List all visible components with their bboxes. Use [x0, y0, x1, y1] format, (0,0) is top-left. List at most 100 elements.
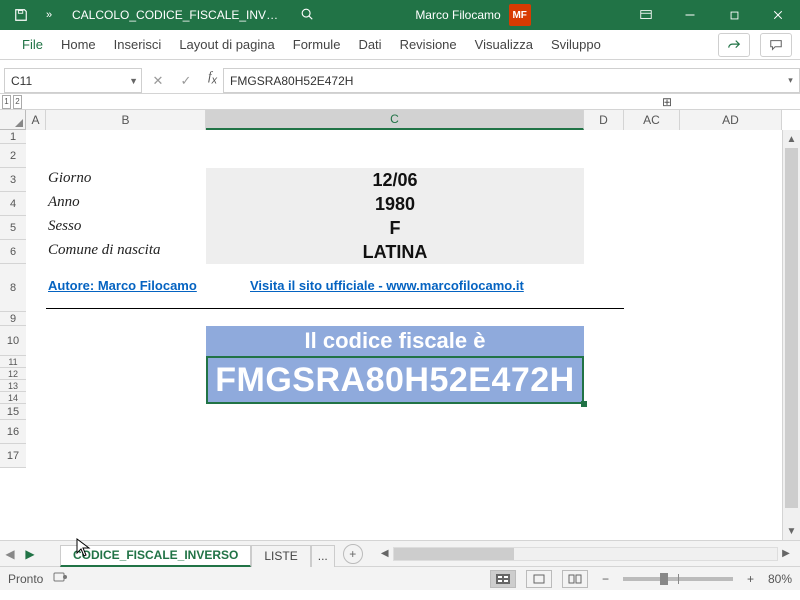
outline-level-1[interactable]: 1 — [2, 95, 11, 109]
status-bar: Pronto − + 80% — [0, 566, 800, 590]
formula-bar-row: C11 ▼ ✕ ✓ fx FMGSRA80H52E472H ▾ — [0, 68, 800, 94]
tab-formule[interactable]: Formule — [285, 30, 349, 60]
more-commands-icon[interactable]: » — [36, 2, 62, 28]
value-sesso[interactable]: F — [206, 216, 584, 240]
row-header-11[interactable]: 11 — [0, 356, 26, 368]
tab-revisione[interactable]: Revisione — [392, 30, 465, 60]
zoom-slider[interactable] — [623, 577, 733, 581]
sheet-tab-more[interactable]: ... — [311, 545, 335, 567]
outline-level-2[interactable]: 2 — [13, 95, 22, 109]
label-giorno: Giorno — [48, 170, 91, 187]
row-header-12[interactable]: 12 — [0, 368, 26, 380]
view-page-break-button[interactable] — [562, 570, 588, 588]
link-sito[interactable]: Visita il sito ufficiale - www.marcofilo… — [250, 278, 524, 293]
title-bar: » CALCOLO_CODICE_FISCALE_INVERS... Marco… — [0, 0, 800, 30]
user-avatar: MF — [509, 4, 531, 26]
minimize-button[interactable] — [668, 0, 712, 30]
grid-area: A B C D AC AD 1 2 3 4 5 6 8 9 10 11 12 1… — [0, 110, 800, 540]
fx-icon[interactable]: fx — [202, 68, 223, 93]
zoom-out-button[interactable]: − — [598, 572, 613, 586]
value-anno[interactable]: 1980 — [206, 192, 584, 216]
sheet-nav-next[interactable]: ▶ — [20, 547, 40, 561]
zoom-in-button[interactable]: + — [743, 572, 758, 586]
vscroll-thumb[interactable] — [785, 148, 798, 508]
row-header-6[interactable]: 6 — [0, 240, 26, 264]
formula-bar[interactable]: FMGSRA80H52E472H — [223, 68, 782, 93]
close-button[interactable] — [756, 0, 800, 30]
sheet-tab-active[interactable]: CODICE_FISCALE_INVERSO — [60, 545, 251, 567]
tab-visualizza[interactable]: Visualizza — [467, 30, 541, 60]
macro-record-icon[interactable] — [53, 570, 69, 587]
window-title: CALCOLO_CODICE_FISCALE_INVERS... — [62, 8, 292, 22]
col-header-B[interactable]: B — [46, 110, 206, 130]
value-giorno[interactable]: 12/06 — [206, 168, 584, 192]
row-header-1[interactable]: 1 — [0, 130, 26, 144]
col-header-D[interactable]: D — [584, 110, 624, 130]
row-header-14[interactable]: 14 — [0, 392, 26, 404]
row-header-2[interactable]: 2 — [0, 144, 26, 168]
result-header: Il codice fiscale è — [206, 326, 584, 356]
tab-home[interactable]: Home — [53, 30, 104, 60]
tab-inserisci[interactable]: Inserisci — [106, 30, 170, 60]
formula-bar-expand-icon[interactable]: ▾ — [782, 68, 800, 93]
search-icon[interactable] — [292, 7, 322, 24]
row-header-17[interactable]: 17 — [0, 444, 26, 468]
row-header-13[interactable]: 13 — [0, 380, 26, 392]
share-icon[interactable] — [718, 33, 750, 57]
sheet-tab-bar: ◀ ▶ CODICE_FISCALE_INVERSO LISTE ... + ◀… — [0, 540, 800, 566]
view-page-layout-button[interactable] — [526, 570, 552, 588]
tab-file[interactable]: File — [14, 30, 51, 60]
user-name: Marco Filocamo — [415, 8, 500, 22]
row-header-8[interactable]: 8 — [0, 264, 26, 312]
status-ready: Pronto — [8, 572, 43, 586]
sheet-tab-liste[interactable]: LISTE — [251, 545, 310, 567]
link-autore[interactable]: Autore: Marco Filocamo — [48, 278, 197, 293]
outline-expand-icon[interactable]: ⊞ — [662, 95, 672, 109]
fill-handle[interactable] — [581, 401, 587, 407]
tab-layout[interactable]: Layout di pagina — [171, 30, 282, 60]
vertical-scrollbar[interactable]: ▲ ▼ — [782, 130, 800, 540]
tab-sviluppo[interactable]: Sviluppo — [543, 30, 609, 60]
col-header-AC[interactable]: AC — [624, 110, 680, 130]
add-sheet-button[interactable]: + — [343, 544, 363, 564]
col-header-AD[interactable]: AD — [680, 110, 782, 130]
col-header-C[interactable]: C — [206, 110, 584, 130]
scroll-down-icon[interactable]: ▼ — [783, 522, 800, 540]
row-header-15[interactable]: 15 — [0, 404, 26, 420]
namebox-dropdown-icon[interactable]: ▼ — [129, 76, 138, 86]
result-code-cell[interactable]: FMGSRA80H52E472H — [206, 356, 584, 404]
ribbon-options-icon[interactable] — [624, 0, 668, 30]
select-all-corner[interactable] — [0, 110, 26, 130]
cancel-formula-icon[interactable]: ✕ — [146, 73, 170, 89]
hscroll-right-icon[interactable]: ▶ — [778, 548, 794, 559]
horizontal-scrollbar[interactable]: ◀ ▶ — [377, 547, 794, 561]
tab-dati[interactable]: Dati — [350, 30, 389, 60]
comments-icon[interactable] — [760, 33, 792, 57]
value-comune[interactable]: LATINA — [206, 240, 584, 264]
view-normal-button[interactable] — [490, 570, 516, 588]
scroll-up-icon[interactable]: ▲ — [783, 130, 800, 148]
ribbon-tabs: File Home Inserisci Layout di pagina For… — [0, 30, 800, 60]
hscroll-left-icon[interactable]: ◀ — [377, 548, 393, 559]
enter-formula-icon[interactable]: ✓ — [174, 73, 198, 89]
account-area[interactable]: Marco Filocamo MF — [322, 4, 624, 26]
cells-canvas[interactable]: Giorno Anno Sesso Comune di nascita 12/0… — [26, 130, 782, 540]
autosave-icon[interactable] — [8, 2, 34, 28]
formula-bar-value: FMGSRA80H52E472H — [230, 74, 353, 88]
label-anno: Anno — [48, 194, 80, 211]
row-header-10[interactable]: 10 — [0, 326, 26, 356]
maximize-button[interactable] — [712, 0, 756, 30]
label-sesso: Sesso — [48, 218, 81, 235]
row-header-16[interactable]: 16 — [0, 420, 26, 444]
row-header-5[interactable]: 5 — [0, 216, 26, 240]
row-header-9[interactable]: 9 — [0, 312, 26, 326]
sheet-nav-prev[interactable]: ◀ — [0, 547, 20, 561]
hscroll-thumb[interactable] — [394, 548, 514, 560]
name-box[interactable]: C11 ▼ — [4, 68, 142, 93]
row-header-4[interactable]: 4 — [0, 192, 26, 216]
row-header-3[interactable]: 3 — [0, 168, 26, 192]
zoom-level[interactable]: 80% — [768, 572, 792, 586]
label-comune: Comune di nascita — [48, 242, 161, 259]
name-box-value: C11 — [11, 74, 32, 88]
col-header-A[interactable]: A — [26, 110, 46, 130]
